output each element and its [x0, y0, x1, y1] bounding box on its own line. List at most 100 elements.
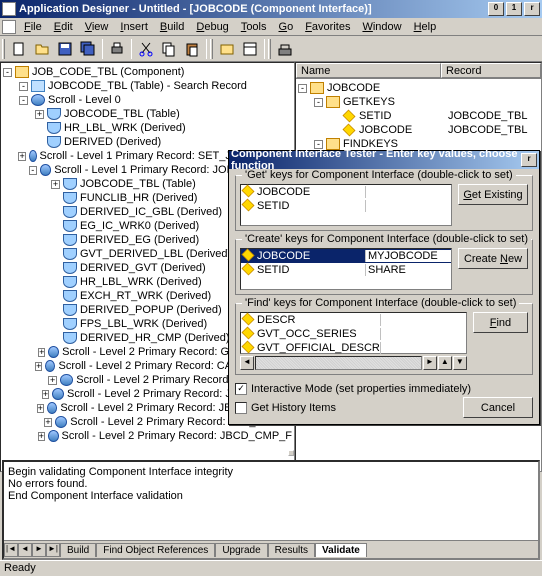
key-row[interactable]: JOBCODE	[241, 249, 451, 263]
output-line: No errors found.	[8, 478, 534, 490]
tree-row[interactable]: -JOB_CODE_TBL (Component)	[3, 65, 292, 79]
tree-expand-button[interactable]: +	[42, 390, 50, 399]
tab-first-button[interactable]: |◄	[4, 543, 18, 557]
tree-expand-button[interactable]: +	[51, 180, 60, 189]
open-button[interactable]	[31, 38, 53, 60]
tree-expand-button[interactable]: +	[44, 418, 52, 427]
tab-prev-button[interactable]: ◄	[18, 543, 32, 557]
copy-button[interactable]	[158, 38, 180, 60]
menu-insert[interactable]: Insert	[114, 20, 154, 34]
save-button[interactable]	[54, 38, 76, 60]
key-row[interactable]: SETID	[241, 199, 451, 213]
toolbar-grip-3[interactable]	[268, 39, 271, 59]
menu-window[interactable]: Window	[356, 20, 407, 34]
tree-row[interactable]: - JOBCODE	[298, 81, 539, 95]
menu-edit[interactable]: Edit	[48, 20, 79, 34]
maximize-button[interactable]: 1	[506, 2, 522, 16]
cut-button[interactable]	[135, 38, 157, 60]
dialog-close-button[interactable]: r	[521, 153, 537, 167]
output-tab-results[interactable]: Results	[268, 543, 315, 557]
interactive-mode-checkbox[interactable]: ✓	[235, 383, 247, 395]
paste-button[interactable]	[181, 38, 203, 60]
output-tab-find-object-references[interactable]: Find Object References	[96, 543, 215, 557]
key-row[interactable]: DESCR	[241, 313, 466, 327]
find-keys-grid[interactable]: DESCRGVT_OCC_SERIESGVT_OFFICIAL_DESCR	[240, 312, 467, 354]
key-value-input[interactable]	[368, 250, 451, 262]
toolbar-grip-2[interactable]	[210, 39, 213, 59]
menu-tools[interactable]: Tools	[235, 20, 273, 34]
tree-expand-button[interactable]: -	[29, 166, 37, 175]
toolbar-grip[interactable]	[2, 39, 5, 59]
menu-help[interactable]: Help	[408, 20, 443, 34]
key-value[interactable]: SHARE	[366, 264, 451, 276]
create-keys-grid[interactable]: JOBCODESETIDSHARE	[240, 248, 452, 290]
scroll-right-button[interactable]: ►	[423, 356, 437, 370]
new-button[interactable]	[8, 38, 30, 60]
output-tab-upgrade[interactable]: Upgrade	[215, 543, 267, 557]
key-row[interactable]: GVT_OCC_SERIES	[241, 327, 466, 341]
tree-expand-button[interactable]: +	[18, 152, 25, 161]
print-button[interactable]	[106, 38, 128, 60]
close-button[interactable]: r	[524, 2, 540, 16]
tree-label: DERIVED_EG (Derived)	[80, 234, 199, 246]
minimize-button[interactable]: 0	[488, 2, 504, 16]
tree-row[interactable]: SETIDJOBCODE_TBL	[298, 109, 539, 123]
interactive-mode-label: Interactive Mode (set properties immedia…	[251, 383, 471, 395]
output-tab-build[interactable]: Build	[60, 543, 96, 557]
scroll-left-button[interactable]: ◄	[240, 356, 254, 370]
tab-last-button[interactable]: ►|	[46, 543, 60, 557]
tree-expand-button[interactable]: +	[48, 376, 57, 385]
get-existing-button[interactable]: Get Existing	[458, 184, 528, 205]
tree-expand-button[interactable]: -	[314, 98, 323, 107]
tree-row[interactable]: -Scroll - Level 0	[3, 93, 292, 107]
tree-row[interactable]: +Scroll - Level 2 Primary Record: JBCD_C…	[3, 429, 292, 443]
build-button[interactable]	[274, 38, 296, 60]
tree-expand-button[interactable]: +	[35, 362, 42, 371]
tree-row[interactable]: -GETKEYS	[298, 95, 539, 109]
menu-debug[interactable]: Debug	[190, 20, 234, 34]
dialog-hscrollbar[interactable]: ◄ ► ▲ ▼	[240, 356, 467, 370]
menu-file[interactable]: File	[18, 20, 48, 34]
tree-expand-button[interactable]: -	[3, 68, 12, 77]
menu-go[interactable]: Go	[273, 20, 300, 34]
create-new-button[interactable]: Create New	[458, 248, 528, 269]
get-history-checkbox[interactable]	[235, 402, 247, 414]
tree-expand-button[interactable]: +	[38, 432, 45, 441]
key-row[interactable]: GVT_OFFICIAL_DESCR	[241, 341, 466, 355]
scroll-up-button[interactable]: ▲	[438, 356, 452, 370]
splitter-grip[interactable]	[288, 450, 294, 456]
save-all-button[interactable]	[77, 38, 99, 60]
tree-expand-button[interactable]: +	[38, 348, 45, 357]
col-name[interactable]: Name	[296, 63, 441, 78]
mdi-child-icon[interactable]	[2, 20, 16, 34]
menu-favorites[interactable]: Favorites	[299, 20, 356, 34]
tree-label: GVT_DERIVED_LBL (Derived)	[80, 248, 231, 260]
key-row[interactable]: SETIDSHARE	[241, 263, 451, 277]
key-value[interactable]	[366, 250, 451, 262]
tree-expand-button[interactable]: +	[37, 404, 44, 413]
tree-row[interactable]: -JOBCODE_TBL (Table) - Search Record	[3, 79, 292, 93]
tree-expand-button[interactable]: -	[19, 96, 28, 105]
scroll-down-button[interactable]: ▼	[453, 356, 467, 370]
key-row[interactable]: JOBCODE	[241, 185, 451, 199]
scroll-track[interactable]	[255, 356, 422, 370]
tree-row[interactable]: HR_LBL_WRK (Derived)	[3, 121, 292, 135]
tree-row[interactable]: +JOBCODE_TBL (Table)	[3, 107, 292, 121]
properties-button[interactable]	[239, 38, 261, 60]
tree-expand-button[interactable]: -	[298, 84, 307, 93]
tree-label: JOBCODE	[327, 82, 380, 94]
get-keys-grid[interactable]: JOBCODESETID	[240, 184, 452, 226]
find-button[interactable]: Find	[473, 312, 528, 333]
menu-build[interactable]: Build	[154, 20, 190, 34]
tree-row[interactable]: JOBCODEJOBCODE_TBL	[298, 123, 539, 137]
tree-expand-button[interactable]: +	[35, 110, 44, 119]
col-record[interactable]: Record	[441, 63, 541, 78]
tree-expand-button[interactable]: -	[19, 82, 28, 91]
app-titlebar: Application Designer - Untitled - [JOBCO…	[0, 0, 542, 18]
cancel-button[interactable]: Cancel	[463, 397, 533, 418]
menu-view[interactable]: View	[79, 20, 115, 34]
tab-next-button[interactable]: ►	[32, 543, 46, 557]
tree-row[interactable]: DERIVED (Derived)	[3, 135, 292, 149]
output-tab-validate[interactable]: Validate	[315, 543, 367, 557]
project-button[interactable]	[216, 38, 238, 60]
